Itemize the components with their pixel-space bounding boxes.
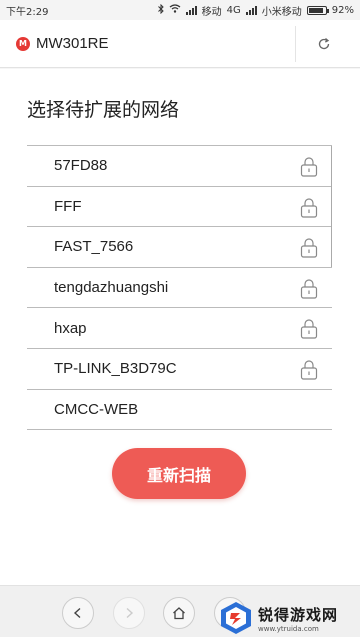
lock-icon [300, 198, 318, 218]
page-title: 选择待扩展的网络 [27, 99, 180, 121]
wifi-ssid: 57FD88 [54, 157, 108, 175]
lock-icon [300, 360, 318, 380]
wifi-network-row[interactable]: TP-LINK_B3D79C [27, 349, 332, 390]
back-button[interactable] [62, 597, 94, 629]
wifi-network-row[interactable]: FAST_7566 [27, 227, 332, 268]
lock-icon [300, 157, 318, 177]
home-icon [173, 607, 185, 620]
wifi-ssid: TP-LINK_B3D79C [54, 360, 177, 378]
wifi-ssid: hxap [54, 319, 87, 337]
page-content: 选择待扩展的网络 57FD88 FFF FAST_7566 tengdazhua… [0, 69, 360, 585]
signal-icon [185, 5, 197, 15]
status-icons: 移动 4G 小米移动 92% [157, 3, 354, 18]
carrier-1: 移动 [201, 6, 222, 18]
wifi-ssid: FAST_7566 [54, 238, 134, 256]
url-text[interactable]: MW301RE [36, 35, 109, 52]
forward-button[interactable] [113, 597, 145, 629]
wifi-icon [169, 4, 181, 16]
battery-icon [306, 5, 329, 15]
lock-icon [300, 238, 318, 258]
network-type: 4G [226, 4, 241, 16]
status-time: 下午2:29 [6, 6, 49, 18]
status-bar: 下午2:29 移动 4G 小米移动 92% [0, 0, 360, 20]
rescan-button[interactable]: 重新扫描 [112, 448, 246, 499]
carrier-2: 小米移动 [261, 6, 302, 18]
watermark: 锐得游戏网 www.ytruida.com [218, 599, 360, 637]
wifi-network-row[interactable]: FFF [27, 187, 332, 228]
wifi-network-row[interactable]: 57FD88 [27, 146, 332, 187]
signal-icon-2 [245, 5, 257, 15]
home-button[interactable] [163, 597, 195, 629]
browser-address-bar[interactable]: M MW301RE [0, 20, 360, 68]
chevron-left-icon [73, 607, 81, 619]
lock-icon [300, 319, 318, 339]
reload-button[interactable] [296, 20, 352, 68]
site-logo-icon: M [16, 36, 30, 51]
wifi-ssid: FFF [54, 197, 82, 215]
wifi-ssid: CMCC-WEB [54, 400, 139, 418]
chevron-right-icon [126, 607, 134, 619]
battery-percent: 92% [331, 4, 354, 16]
watermark-logo-icon [221, 602, 251, 634]
lock-icon [300, 279, 318, 299]
wifi-ssid: tengdazhuangshi [54, 279, 169, 297]
wifi-network-row[interactable]: CMCC-WEB [27, 390, 332, 431]
watermark-url: www.ytruida.com [258, 624, 319, 633]
watermark-title: 锐得游戏网 [258, 605, 339, 624]
refresh-icon [318, 38, 330, 50]
wifi-network-row[interactable]: hxap [27, 308, 332, 349]
bluetooth-icon [157, 3, 164, 17]
wifi-network-row[interactable]: tengdazhuangshi [27, 268, 332, 309]
wifi-network-list: 57FD88 FFF FAST_7566 tengdazhuangshi hxa… [27, 145, 332, 431]
